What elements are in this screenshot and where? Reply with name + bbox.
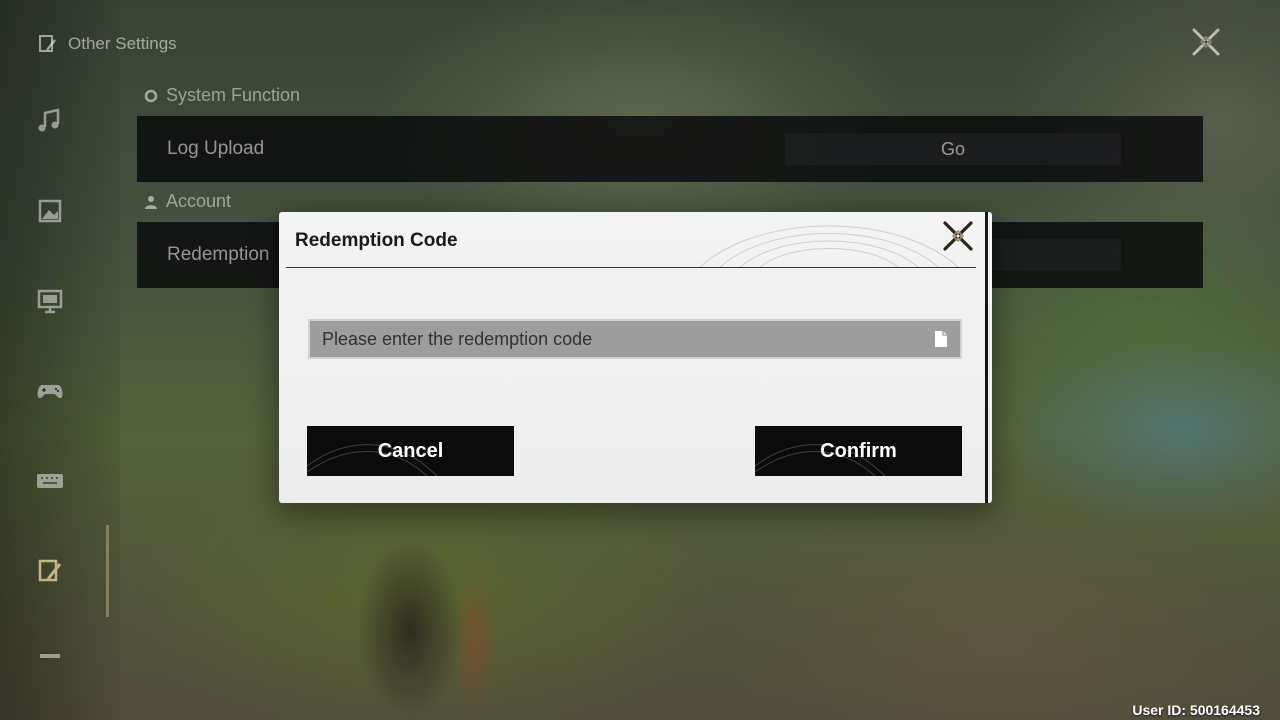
dialog-edge (985, 212, 988, 503)
close-x-icon (943, 221, 973, 251)
decorative-arcs (699, 225, 959, 268)
close-dialog-button[interactable] (941, 219, 975, 253)
confirm-button[interactable]: Confirm (755, 426, 962, 476)
dialog-title: Redemption Code (295, 230, 458, 251)
title-divider (286, 267, 976, 268)
paste-icon[interactable] (932, 329, 950, 349)
confirm-label: Confirm (820, 439, 897, 462)
user-id-label: User ID: 500164453 (1132, 702, 1260, 718)
redemption-code-field (308, 319, 962, 359)
game-screen: Other Settings System Function Log Uploa… (0, 0, 1280, 720)
cancel-button[interactable]: Cancel (307, 426, 514, 476)
cancel-label: Cancel (377, 439, 444, 462)
redemption-code-input[interactable] (310, 321, 920, 357)
redemption-code-dialog: Redemption Code Cancel (279, 212, 992, 503)
